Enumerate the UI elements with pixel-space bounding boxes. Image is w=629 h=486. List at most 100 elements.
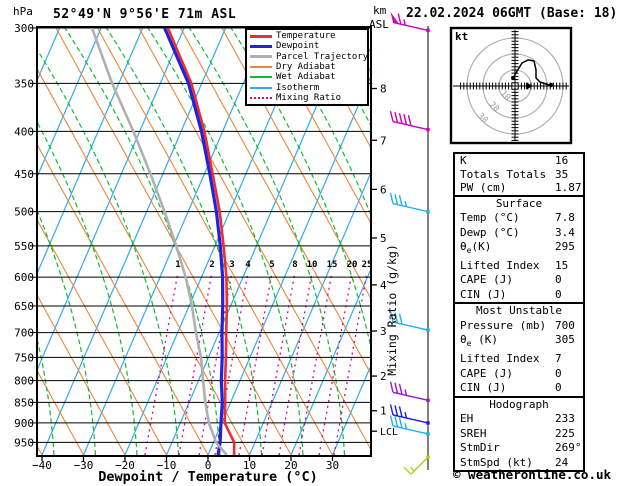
- stats-row-value: 305: [555, 333, 575, 348]
- km-tick-label: 7: [380, 134, 387, 147]
- legend-line-sample: [250, 45, 272, 48]
- stats-row-value: 1.87: [555, 181, 582, 195]
- mixing-ratio-label: 5: [269, 260, 274, 270]
- stats-box-title: Surface: [455, 197, 583, 212]
- wind-barb: [404, 455, 430, 474]
- stats-row-label: Lifted Index: [460, 352, 539, 365]
- stats-row: CIN (J) 0: [455, 288, 583, 303]
- wind-barb-full-feather: [395, 112, 398, 123]
- wind-barb-staff: [393, 415, 428, 423]
- wet-adiabat-line: [0, 28, 13, 455]
- pressure-tick-label: 850: [14, 396, 34, 409]
- stats-row-label: Lifted Index: [460, 259, 539, 272]
- legend-item: Temperature: [247, 31, 367, 41]
- stats-row: CAPE (J)0: [455, 367, 583, 382]
- mixing-ratio-line: [239, 272, 272, 455]
- mixing-ratio-line: [279, 272, 312, 455]
- pressure-tick-label: 750: [14, 351, 34, 364]
- wind-barb: [391, 111, 430, 131]
- wind-barb-full-feather: [398, 14, 401, 24]
- wind-barb-full-feather: [395, 194, 398, 205]
- pressure-tick-label: 450: [14, 168, 34, 181]
- mixing-ratio-line: [179, 272, 212, 455]
- mixing-ratio-label: 15: [327, 260, 338, 270]
- pressure-tick-label: 950: [14, 436, 34, 449]
- wind-barb-staff: [393, 392, 428, 400]
- wind-barb-staff: [393, 426, 428, 434]
- stats-row: Dewp (°C)3.4: [455, 226, 583, 241]
- stats-box: K16Totals Totals35PW (cm)1.87: [453, 152, 585, 197]
- stats-row-label: SREH: [460, 427, 487, 440]
- stats-row: CIN (J)0: [455, 381, 583, 396]
- legend-item: Parcel Trajectory: [247, 52, 367, 62]
- stats-row-value: 15: [555, 259, 568, 274]
- km-tick-label: 8: [380, 83, 387, 96]
- mixing-ratio-label: 4: [245, 260, 251, 270]
- parcel-trajectory-curve: [92, 28, 227, 455]
- dry-adiabat-line: [0, 28, 84, 455]
- wind-barb-column: [391, 12, 430, 474]
- mixing-ratio-label: 2: [209, 260, 214, 270]
- wind-barb-full-feather: [395, 383, 398, 394]
- wind-barb-full-feather: [399, 195, 402, 206]
- stats-row-value: 700: [555, 319, 575, 334]
- lcl-label: LCL: [380, 427, 398, 438]
- legend-line-sample: [250, 55, 272, 58]
- stats-row: Temp (°C) 7.8: [455, 211, 583, 226]
- wind-barb-full-feather: [391, 415, 394, 426]
- mixing-ratio-label: 10: [307, 260, 318, 270]
- legend-item: Isotherm: [247, 83, 367, 93]
- storm-motion-dot: [549, 83, 553, 87]
- wind-barb-full-feather: [404, 467, 411, 474]
- legend-line-sample: [250, 87, 272, 89]
- stats-row-label: CAPE (J): [460, 273, 513, 286]
- stats-row-label: CIN (J): [460, 381, 506, 394]
- legend-line-sample: [250, 76, 272, 78]
- hodograph-panel: 102030kt: [451, 28, 571, 143]
- wind-barb-half-feather: [410, 467, 414, 471]
- stats-row-value: 269°: [555, 441, 582, 456]
- isotherm-line: [42, 28, 226, 455]
- legend-item-label: Temperature: [276, 31, 336, 41]
- stats-box: SurfaceTemp (°C)7.8Dewp (°C)3.4θe(K)295L…: [453, 195, 585, 305]
- mixing-ratio-line: [334, 272, 367, 455]
- stats-row-label: Temp (°C): [460, 211, 520, 224]
- km-tick-label: 5: [380, 232, 387, 245]
- stats-row-value: 35: [555, 168, 568, 182]
- stats-row: CAPE (J)0: [455, 273, 583, 288]
- stats-row-value: 7.8: [555, 211, 575, 226]
- stats-panel: K16Totals Totals35PW (cm)1.87SurfaceTemp…: [453, 152, 585, 472]
- temperature-curve: [168, 28, 234, 455]
- stats-row-value: 233: [555, 412, 575, 427]
- hodograph-unit-label: kt: [455, 30, 468, 43]
- stats-box-title: Hodograph: [455, 398, 583, 413]
- wind-barb-full-feather: [399, 417, 402, 428]
- chart-legend: TemperatureDewpointParcel TrajectoryDry …: [245, 28, 369, 106]
- legend-item: Wet Adiabat: [247, 72, 367, 82]
- pressure-tick-label: 400: [14, 125, 34, 138]
- wind-barb-pennant: [391, 12, 399, 24]
- legend-item-label: Dewpoint: [276, 41, 319, 51]
- legend-item-label: Dry Adiabat: [276, 62, 336, 72]
- hodograph-trace-start-dot: [511, 76, 515, 80]
- stats-row-label: StmDir: [460, 441, 500, 454]
- stats-box-title: Most Unstable: [455, 304, 583, 319]
- wind-barb-full-feather: [399, 314, 402, 325]
- legend-item-label: Isotherm: [276, 83, 319, 93]
- mixing-ratio-line: [262, 272, 295, 455]
- mixing-ratio-label: 8: [292, 260, 297, 270]
- stats-row: Pressure (mb)700: [455, 319, 583, 334]
- wind-barb: [391, 12, 430, 32]
- pressure-tick-label: 800: [14, 375, 34, 388]
- stats-box: HodographEH233SREH225StmDir269°StmSpd (k…: [453, 396, 585, 473]
- legend-item-label: Parcel Trajectory: [276, 52, 368, 62]
- mixing-ratio-line: [299, 272, 332, 455]
- sounding-page: hPa 52°49'N 9°56'E 71m ASL km ASL 22.02.…: [0, 0, 629, 486]
- pressure-tick-label: 350: [14, 77, 34, 90]
- km-tick-label: 1: [380, 405, 387, 418]
- stats-row-value: 0: [555, 288, 562, 303]
- stats-row-label: CIN (J): [460, 288, 506, 301]
- legend-line-sample: [250, 97, 272, 99]
- wind-barb-full-feather: [391, 111, 394, 122]
- stats-row: Lifted Index 15: [455, 259, 583, 274]
